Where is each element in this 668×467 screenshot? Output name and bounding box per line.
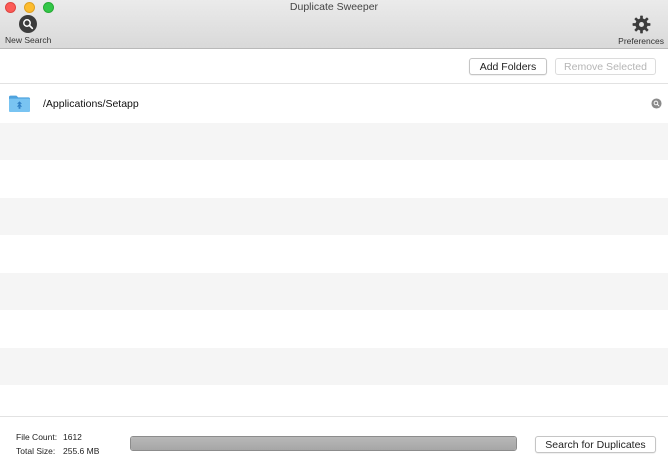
folder-path: /Applications/Setapp (43, 98, 139, 110)
empty-row (0, 197, 668, 235)
window-title: Duplicate Sweeper (289, 1, 379, 13)
app-window: Duplicate Sweeper New Search Preferences… (0, 0, 668, 467)
folder-list[interactable]: /Applications/Setapp (0, 85, 668, 416)
total-size-value: 255.6 MB (63, 446, 100, 456)
list-item[interactable]: /Applications/Setapp (0, 85, 668, 123)
empty-row (0, 235, 668, 273)
reveal-in-finder-icon[interactable] (651, 98, 662, 109)
folder-actions-bar: Add Folders Remove Selected (0, 49, 668, 84)
empty-row (0, 160, 668, 198)
scan-progress-bar (130, 436, 517, 451)
file-count-label: File Count: (16, 432, 58, 442)
total-size-label: Total Size: (16, 446, 56, 456)
empty-row (0, 272, 668, 310)
empty-row (0, 122, 668, 160)
search-for-duplicates-button[interactable]: Search for Duplicates (535, 436, 656, 453)
new-search-button[interactable]: New Search (5, 15, 51, 45)
empty-row (0, 347, 668, 385)
preferences-button[interactable]: Preferences (618, 15, 664, 46)
empty-row (0, 310, 668, 348)
remove-selected-button[interactable]: Remove Selected (555, 58, 656, 75)
scan-progress-fill (131, 437, 516, 450)
gear-icon (632, 15, 651, 34)
title-bar: Duplicate Sweeper New Search Preferences (0, 0, 668, 49)
file-count-value: 1612 (63, 432, 82, 442)
status-footer: File Count: 1612 Total Size: 255.6 MB Se… (0, 416, 668, 467)
add-folders-button[interactable]: Add Folders (469, 58, 547, 75)
new-search-label: New Search (5, 35, 52, 45)
magnifier-icon (19, 15, 38, 33)
setapp-folder-icon (9, 95, 30, 112)
empty-row (0, 385, 668, 416)
preferences-label: Preferences (618, 36, 664, 46)
